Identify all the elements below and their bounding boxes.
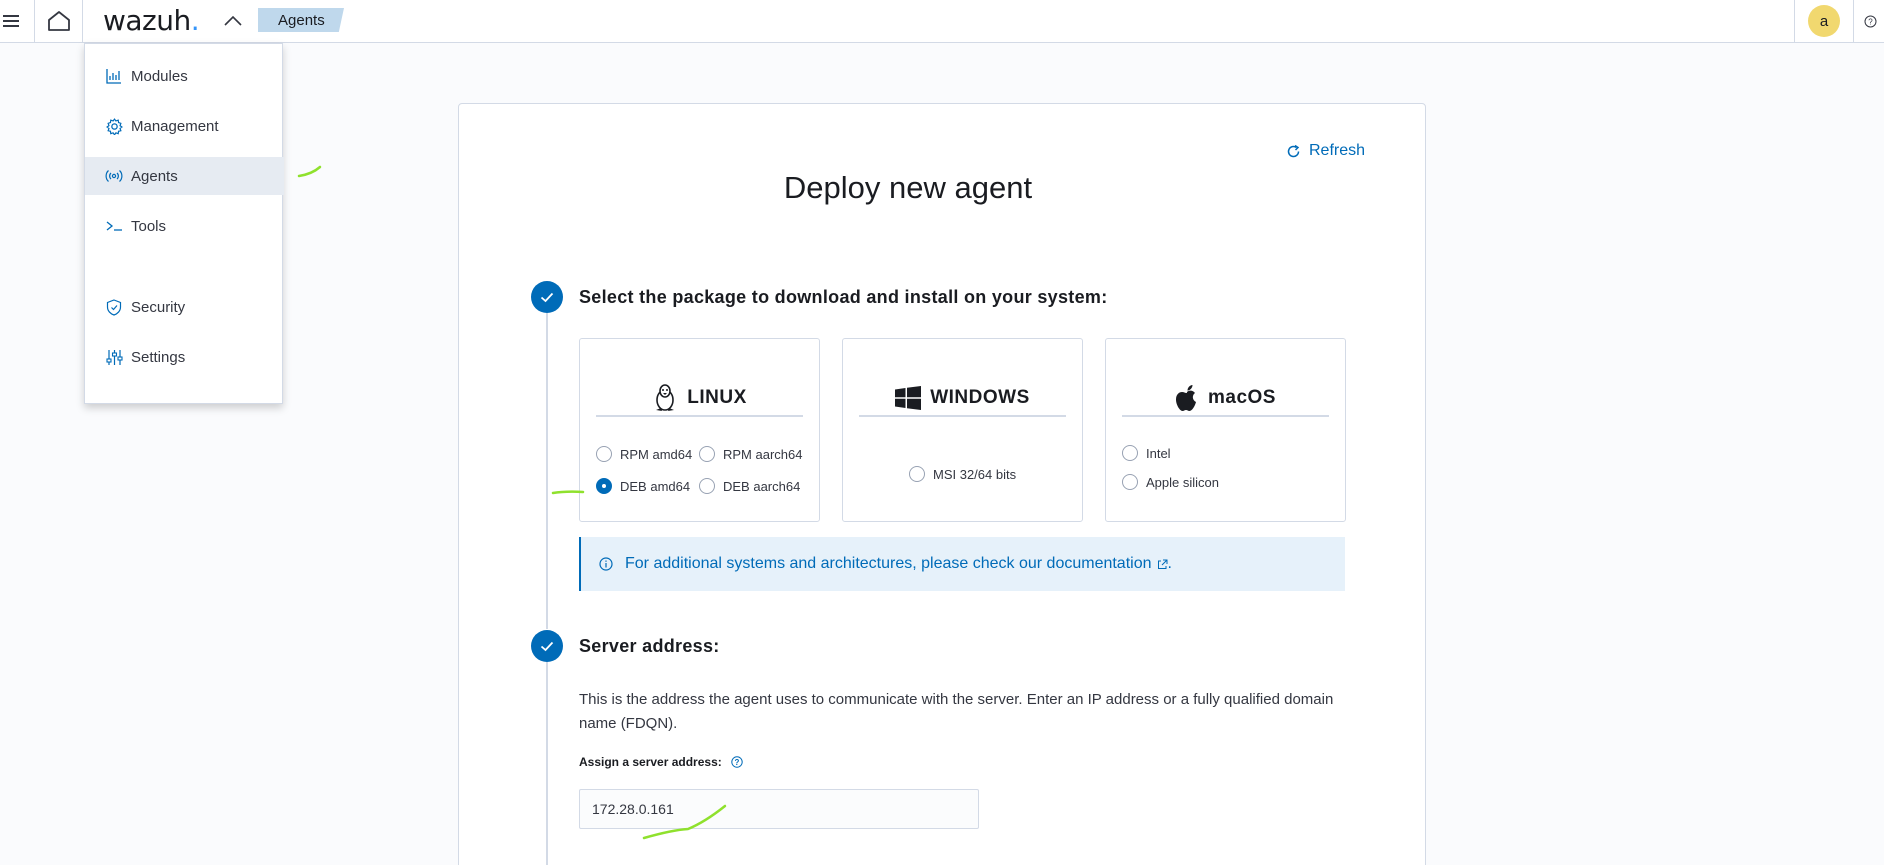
refresh-icon — [1287, 144, 1300, 157]
radio-circle[interactable] — [909, 466, 925, 482]
menu-icon[interactable] — [0, 0, 22, 42]
refresh-button[interactable]: Refresh — [1286, 142, 1365, 160]
menu-item-label: Settings — [131, 348, 186, 366]
os-label-macos: macOS — [1208, 387, 1276, 408]
os-label-windows: WINDOWS — [930, 387, 1030, 408]
radio-circle[interactable] — [596, 446, 612, 462]
page-title: Deploy new agent — [783, 170, 1033, 205]
svg-text:?: ? — [1868, 17, 1873, 26]
menu-item-label: Security — [131, 298, 186, 316]
navigation-menu: Modules Management Agents Tools Security… — [84, 43, 284, 404]
radio-label: RPM aarch64 — [723, 446, 803, 462]
header-divider — [82, 0, 83, 42]
header-divider — [1794, 0, 1795, 42]
radio-label: RPM amd64 — [620, 446, 693, 462]
chevron-up-icon[interactable] — [222, 0, 244, 42]
documentation-callout: For additional systems and architectures… — [579, 537, 1345, 591]
server-address-label: Assign a server address: ? — [579, 755, 743, 769]
top-header: wazuh. Agents a ? — [0, 0, 1884, 43]
help-tooltip-icon[interactable]: ? — [731, 756, 743, 768]
step-complete-icon — [531, 630, 563, 662]
refresh-label: Refresh — [1309, 142, 1366, 159]
os-card-windows: WINDOWS MSI 32/64 bits — [842, 338, 1083, 522]
os-header-windows: WINDOWS — [859, 381, 1066, 417]
radio-label: MSI 32/64 bits — [933, 466, 1017, 482]
radio-circle[interactable] — [699, 478, 715, 494]
radio-circle[interactable] — [1122, 474, 1138, 490]
step-connector — [546, 662, 548, 865]
radio-label: Apple silicon — [1146, 474, 1219, 490]
radio-rpm-amd64[interactable]: RPM amd64 — [596, 446, 692, 462]
radio-label: DEB amd64 — [620, 478, 691, 494]
radio-label: DEB aarch64 — [723, 478, 801, 494]
chart-icon — [105, 67, 123, 85]
os-label-linux: LINUX — [687, 387, 747, 408]
menu-item-settings[interactable]: Settings — [85, 338, 284, 376]
avatar[interactable]: a — [1808, 5, 1840, 37]
menu-item-management[interactable]: Management — [85, 107, 284, 145]
server-address-label-text: Assign a server address: — [579, 755, 722, 769]
radio-rpm-aarch64[interactable]: RPM aarch64 — [699, 446, 802, 462]
os-header-macos: macOS — [1122, 381, 1329, 417]
windows-logo-icon — [895, 386, 922, 410]
documentation-link[interactable]: For additional systems and architectures… — [625, 555, 1152, 573]
help-icon[interactable]: ? — [1862, 0, 1878, 42]
radio-label: Intel — [1146, 445, 1171, 461]
breadcrumb-agents[interactable]: Agents — [258, 8, 344, 32]
linux-penguin-icon — [652, 383, 678, 413]
step-1-title: Select the package to download and insta… — [579, 287, 1108, 307]
gear-icon — [105, 117, 123, 135]
svg-text:?: ? — [734, 758, 739, 767]
os-card-macos: macOS Intel Apple silicon — [1105, 338, 1346, 522]
shield-icon — [105, 298, 123, 316]
menu-item-security[interactable]: Security — [85, 288, 284, 326]
sliders-icon — [105, 348, 123, 366]
radio-circle[interactable] — [699, 446, 715, 462]
menu-item-agents[interactable]: Agents — [85, 157, 284, 195]
radio-msi[interactable]: MSI 32/64 bits — [909, 466, 1016, 482]
step-complete-icon — [531, 281, 563, 313]
radio-deb-amd64[interactable]: DEB amd64 — [596, 478, 690, 494]
server-address-input[interactable]: 172.28.0.161 — [579, 789, 979, 829]
header-divider — [1853, 0, 1854, 42]
annotation-stroke — [297, 165, 322, 178]
wazuh-logo[interactable]: wazuh. — [103, 4, 200, 37]
radio-circle[interactable] — [1122, 445, 1138, 461]
console-icon — [105, 217, 123, 235]
external-link-icon[interactable] — [1157, 559, 1168, 570]
step-connector — [546, 313, 548, 629]
menu-item-label: Agents — [131, 167, 178, 185]
menu-item-label: Modules — [131, 67, 188, 85]
server-address-description: This is the address the agent uses to co… — [579, 691, 1334, 732]
menu-item-label: Management — [131, 117, 219, 135]
menu-item-tools[interactable]: Tools — [85, 207, 284, 245]
os-card-linux: LINUX RPM amd64 RPM aarch64 DEB amd64 DE… — [579, 338, 820, 522]
radio-circle-selected[interactable] — [596, 478, 612, 494]
step-2-title: Server address: — [579, 636, 720, 656]
menu-item-modules[interactable]: Modules — [85, 57, 284, 95]
os-header-linux: LINUX — [596, 381, 803, 417]
radio-apple-silicon[interactable]: Apple silicon — [1122, 474, 1219, 490]
callout-period: . — [1167, 555, 1172, 572]
info-icon — [599, 557, 613, 571]
apple-logo-icon — [1175, 383, 1199, 413]
home-icon[interactable] — [35, 0, 82, 42]
broadcast-icon — [105, 167, 123, 185]
radio-deb-aarch64[interactable]: DEB aarch64 — [699, 478, 800, 494]
radio-intel[interactable]: Intel — [1122, 445, 1171, 461]
menu-item-label: Tools — [131, 217, 167, 235]
